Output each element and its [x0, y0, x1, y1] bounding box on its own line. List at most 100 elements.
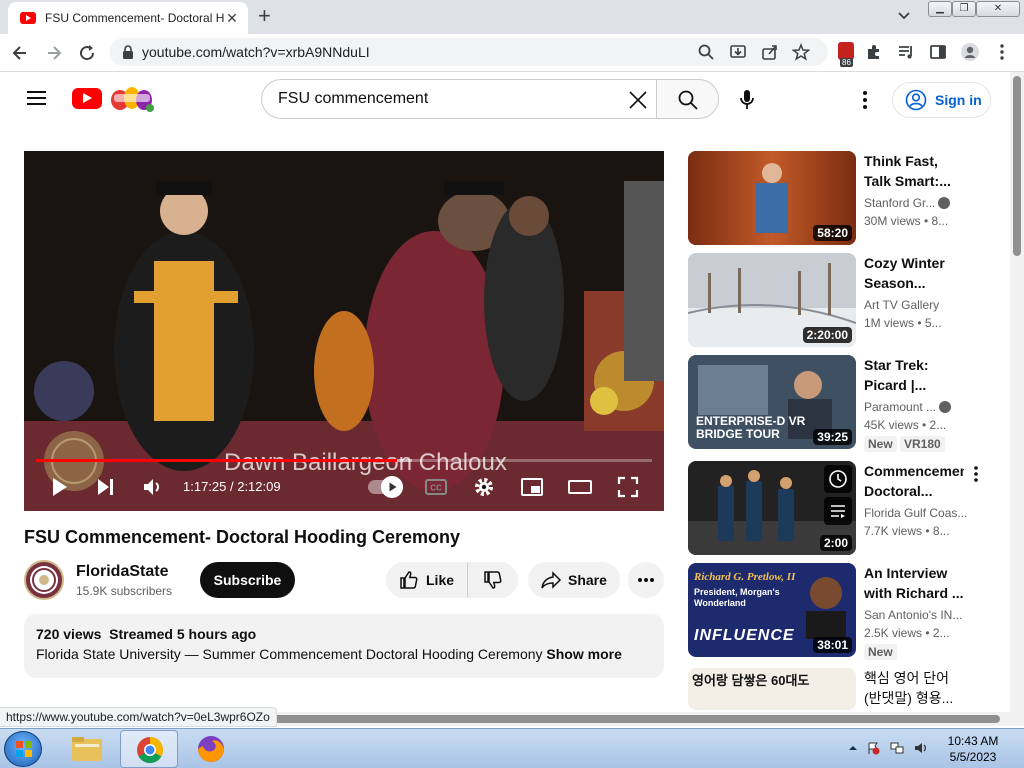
reload-icon[interactable] [77, 43, 97, 63]
minimize-window-icon[interactable]: ▁ [928, 1, 952, 17]
thumbnail-subtitle-text: President, Morgan's Wonderland [694, 587, 780, 608]
recommendation-item-hovered[interactable]: 2:00 Commencement Doctoral... Florida Gu… [688, 461, 988, 555]
video-thumbnail[interactable]: 58:20 [688, 151, 856, 245]
vertical-scrollbar[interactable] [1010, 72, 1024, 726]
add-to-queue-button[interactable] [824, 497, 852, 525]
scrollbar-thumb[interactable] [1013, 76, 1021, 256]
recommendation-meta: 2.5K views • 2... [864, 626, 950, 640]
vr180-badge: VR180 [900, 436, 945, 452]
recommendation-title[interactable]: An Interview with Richard ... [864, 563, 968, 603]
recommendation-title[interactable]: 핵심 영어 단어 (반댓말) 형용... [864, 668, 968, 708]
clear-search-icon[interactable] [628, 90, 648, 110]
show-more-link[interactable]: Show more [546, 646, 621, 662]
recommendation-title[interactable]: Commencement Doctoral... [864, 461, 964, 501]
theater-mode-icon[interactable] [568, 475, 592, 499]
youtube-logo[interactable] [72, 88, 102, 109]
new-tab-icon[interactable]: + [258, 5, 271, 27]
tab-search-chevron-icon[interactable] [897, 9, 911, 23]
forward-arrow-icon[interactable] [44, 43, 64, 63]
video-thumbnail[interactable]: 2:20:00 [688, 253, 856, 347]
miniplayer-icon[interactable] [520, 475, 544, 499]
subscribe-button[interactable]: Subscribe [200, 562, 295, 598]
description-box[interactable]: 720 views Streamed 5 hours ago Florida S… [24, 614, 664, 678]
recommendation-title[interactable]: Think Fast, Talk Smart:... [864, 151, 968, 191]
recommendation-item[interactable]: 영어랑 담쌓은 60대도 핵심 영어 단어 (반댓말) 형용... [688, 668, 988, 710]
settings-more-icon[interactable] [862, 90, 868, 110]
voice-search-mic-icon[interactable] [737, 89, 757, 111]
search-icon [678, 90, 698, 110]
like-button[interactable]: Like [386, 562, 468, 598]
recommendation-channel: Paramount ... [864, 400, 968, 414]
channel-avatar[interactable] [24, 560, 64, 600]
browser-tab-active[interactable]: FSU Commencement- Doctoral Hooding Cerem… [8, 2, 248, 34]
channel-label: Stanford Gr... [864, 196, 936, 210]
channel-name[interactable]: FloridaState [76, 563, 168, 581]
share-page-icon[interactable] [761, 43, 779, 61]
address-bar[interactable]: youtube.com/watch?v=xrbA9NNduLI [110, 38, 828, 66]
video-thumbnail[interactable]: ENTERPRISE-D VR BRIDGE TOUR 39:25 [688, 355, 856, 449]
settings-gear-icon[interactable] [472, 475, 496, 499]
close-window-icon[interactable]: ✕ [976, 1, 1020, 17]
recommendation-title[interactable]: Cozy Winter Season... [864, 253, 968, 293]
action-center-flag-icon[interactable] [866, 741, 880, 755]
captions-icon[interactable]: CC [424, 475, 448, 499]
svg-text:CC: CC [430, 484, 442, 493]
youtube-doodle-logo[interactable] [106, 82, 158, 114]
recommendation-channel: Stanford Gr... [864, 196, 968, 210]
network-icon[interactable] [890, 741, 904, 755]
media-control-icon[interactable] [897, 43, 915, 61]
install-app-icon[interactable] [729, 43, 747, 61]
recommendation-meta: 7.7K views • 8... [864, 524, 950, 538]
scrollbar-thumb[interactable] [270, 715, 1000, 723]
watch-later-button[interactable] [824, 465, 852, 493]
video-player[interactable]: Dawn Baillargeon Chaloux 1:17:25 / 2:12:… [24, 151, 664, 511]
play-icon[interactable] [47, 475, 71, 499]
lock-icon[interactable] [122, 45, 134, 59]
recommendation-item[interactable]: 58:20 Think Fast, Talk Smart:... Stanfor… [688, 151, 988, 245]
search-input[interactable]: FSU commencement [261, 79, 657, 119]
firefox-taskbar-button[interactable] [182, 730, 240, 768]
search-button[interactable] [656, 79, 719, 119]
duration-badge: 2:00 [819, 535, 852, 551]
chrome-taskbar-button[interactable] [120, 730, 178, 768]
verified-check-icon [939, 401, 952, 413]
recommendation-item[interactable]: Richard G. Pretlow, II President, Morgan… [688, 563, 988, 660]
show-hidden-icons-icon[interactable] [846, 741, 860, 755]
file-explorer-taskbar-button[interactable] [58, 730, 116, 768]
more-actions-button[interactable] [628, 562, 664, 598]
side-panel-icon[interactable] [929, 43, 947, 61]
video-thumbnail[interactable]: Richard G. Pretlow, II President, Morgan… [688, 563, 856, 657]
profile-avatar-icon[interactable] [960, 42, 980, 62]
video-thumbnail[interactable]: 2:00 [688, 461, 856, 555]
video-thumbnail[interactable]: 영어랑 담쌓은 60대도 [688, 668, 856, 710]
back-arrow-icon[interactable] [10, 43, 30, 63]
volume-icon[interactable] [141, 475, 165, 499]
system-clock[interactable]: 10:43 AM 5/5/2023 [938, 733, 1008, 765]
dislike-button[interactable] [468, 562, 518, 598]
volume-tray-icon[interactable] [914, 741, 928, 755]
thumbnail-portrait [806, 577, 846, 639]
recommendation-title[interactable]: Star Trek: Picard |... [864, 355, 968, 395]
tab-title: FSU Commencement- Doctoral Hooding Cerem… [45, 11, 225, 25]
start-button[interactable] [4, 731, 42, 767]
share-button[interactable]: Share [528, 562, 620, 598]
recommendation-item[interactable]: 2:20:00 Cozy Winter Season... Art TV Gal… [688, 253, 988, 347]
extension-shield-icon[interactable]: 86 [838, 42, 854, 67]
restore-window-icon[interactable]: ❐ [952, 1, 976, 17]
recommendation-item[interactable]: ENTERPRISE-D VR BRIDGE TOUR 39:25 Star T… [688, 355, 988, 452]
progress-bar[interactable] [36, 459, 652, 462]
guide-menu-icon[interactable] [27, 91, 46, 106]
duration-badge: 38:01 [813, 637, 852, 653]
fullscreen-icon[interactable] [616, 475, 640, 499]
bookmark-star-icon[interactable] [792, 43, 810, 61]
zoom-search-icon[interactable] [697, 43, 715, 61]
duration-badge: 39:25 [813, 429, 852, 445]
next-video-icon[interactable] [94, 475, 118, 499]
sign-in-button[interactable]: Sign in [892, 82, 991, 118]
close-tab-icon[interactable]: ✕ [224, 10, 240, 27]
browser-menu-icon[interactable] [994, 43, 1010, 61]
action-menu-icon[interactable] [972, 465, 980, 483]
extensions-puzzle-icon[interactable] [865, 43, 883, 61]
autoplay-knob-icon[interactable] [381, 476, 403, 498]
duration-badge: 2:20:00 [802, 327, 852, 343]
